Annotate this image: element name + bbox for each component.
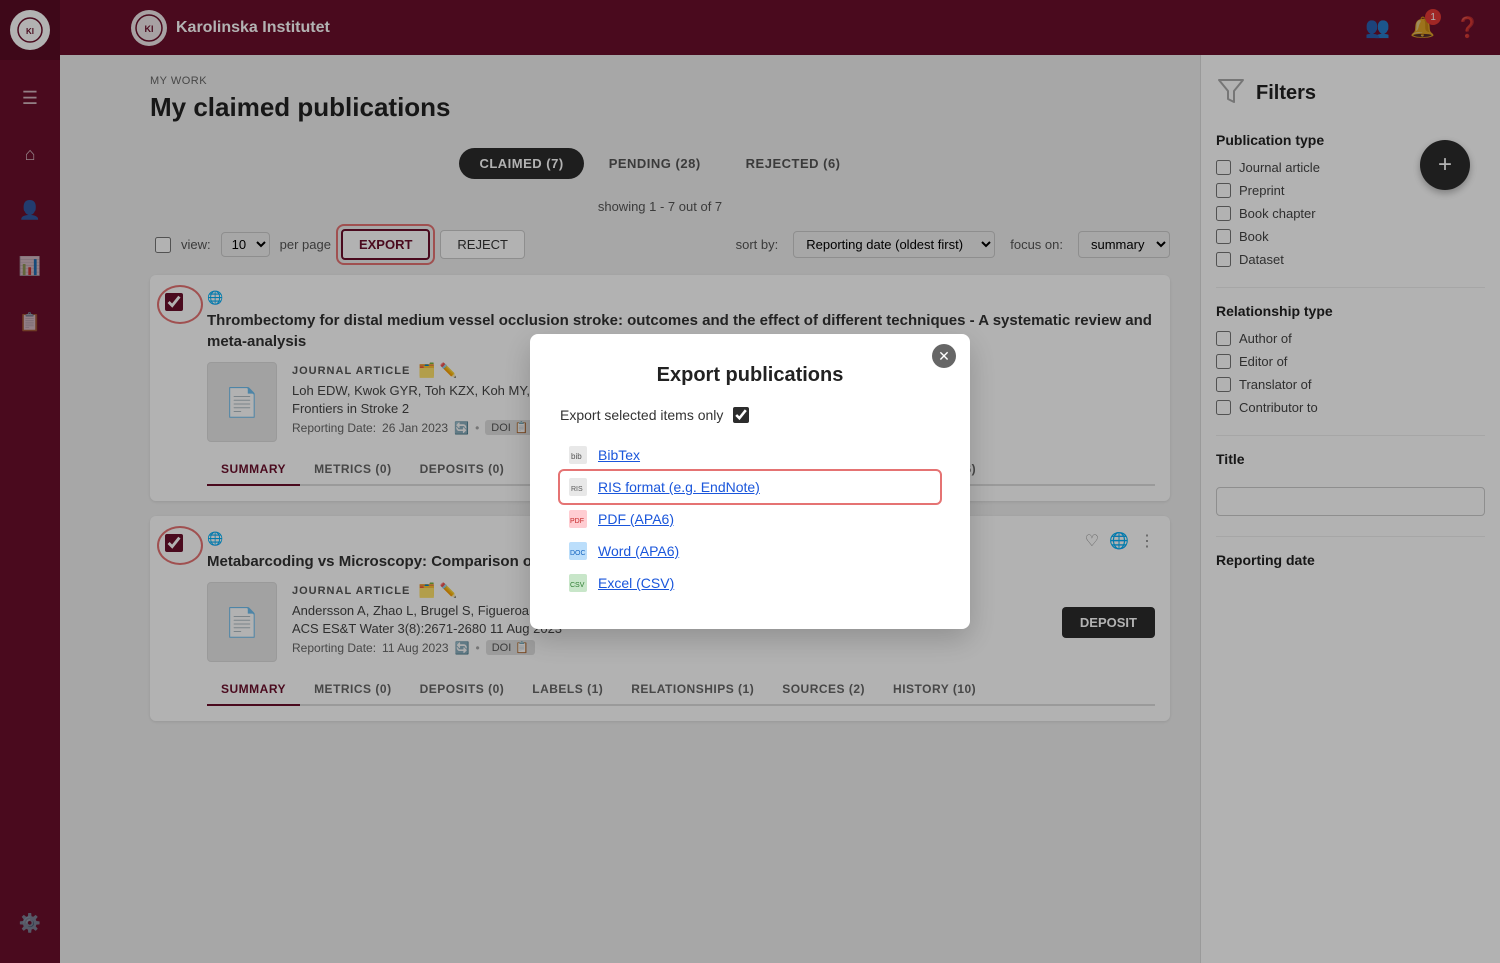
format-bibtex-label: BibTex bbox=[598, 447, 640, 463]
modal-format-list: bib BibTex RIS RIS format (e.g. EndNote)… bbox=[560, 439, 940, 599]
pdf-icon: PDF bbox=[568, 509, 588, 529]
format-ris-label: RIS format (e.g. EndNote) bbox=[598, 479, 760, 495]
format-word[interactable]: DOC Word (APA6) bbox=[560, 535, 940, 567]
format-pdf[interactable]: PDF PDF (APA6) bbox=[560, 503, 940, 535]
format-ris[interactable]: RIS RIS format (e.g. EndNote) bbox=[560, 471, 940, 503]
modal-overlay: ✕ Export publications Export selected it… bbox=[0, 0, 1500, 963]
format-pdf-label: PDF (APA6) bbox=[598, 511, 674, 527]
word-icon: DOC bbox=[568, 541, 588, 561]
modal-export-only: Export selected items only bbox=[560, 407, 940, 423]
svg-text:CSV: CSV bbox=[570, 582, 585, 589]
svg-text:bib: bib bbox=[571, 452, 582, 461]
ris-icon: RIS bbox=[568, 477, 588, 497]
modal-export-only-label: Export selected items only bbox=[560, 407, 723, 423]
export-modal: ✕ Export publications Export selected it… bbox=[530, 334, 970, 629]
bibtex-icon: bib bbox=[568, 445, 588, 465]
format-excel-label: Excel (CSV) bbox=[598, 575, 674, 591]
svg-text:DOC: DOC bbox=[570, 550, 586, 557]
excel-icon: CSV bbox=[568, 573, 588, 593]
modal-title: Export publications bbox=[560, 364, 940, 387]
modal-close-button[interactable]: ✕ bbox=[932, 344, 956, 368]
format-bibtex[interactable]: bib BibTex bbox=[560, 439, 940, 471]
format-excel[interactable]: CSV Excel (CSV) bbox=[560, 567, 940, 599]
format-word-label: Word (APA6) bbox=[598, 543, 679, 559]
svg-text:RIS: RIS bbox=[571, 486, 583, 493]
svg-text:PDF: PDF bbox=[570, 518, 584, 525]
modal-export-checkbox[interactable] bbox=[733, 407, 749, 423]
